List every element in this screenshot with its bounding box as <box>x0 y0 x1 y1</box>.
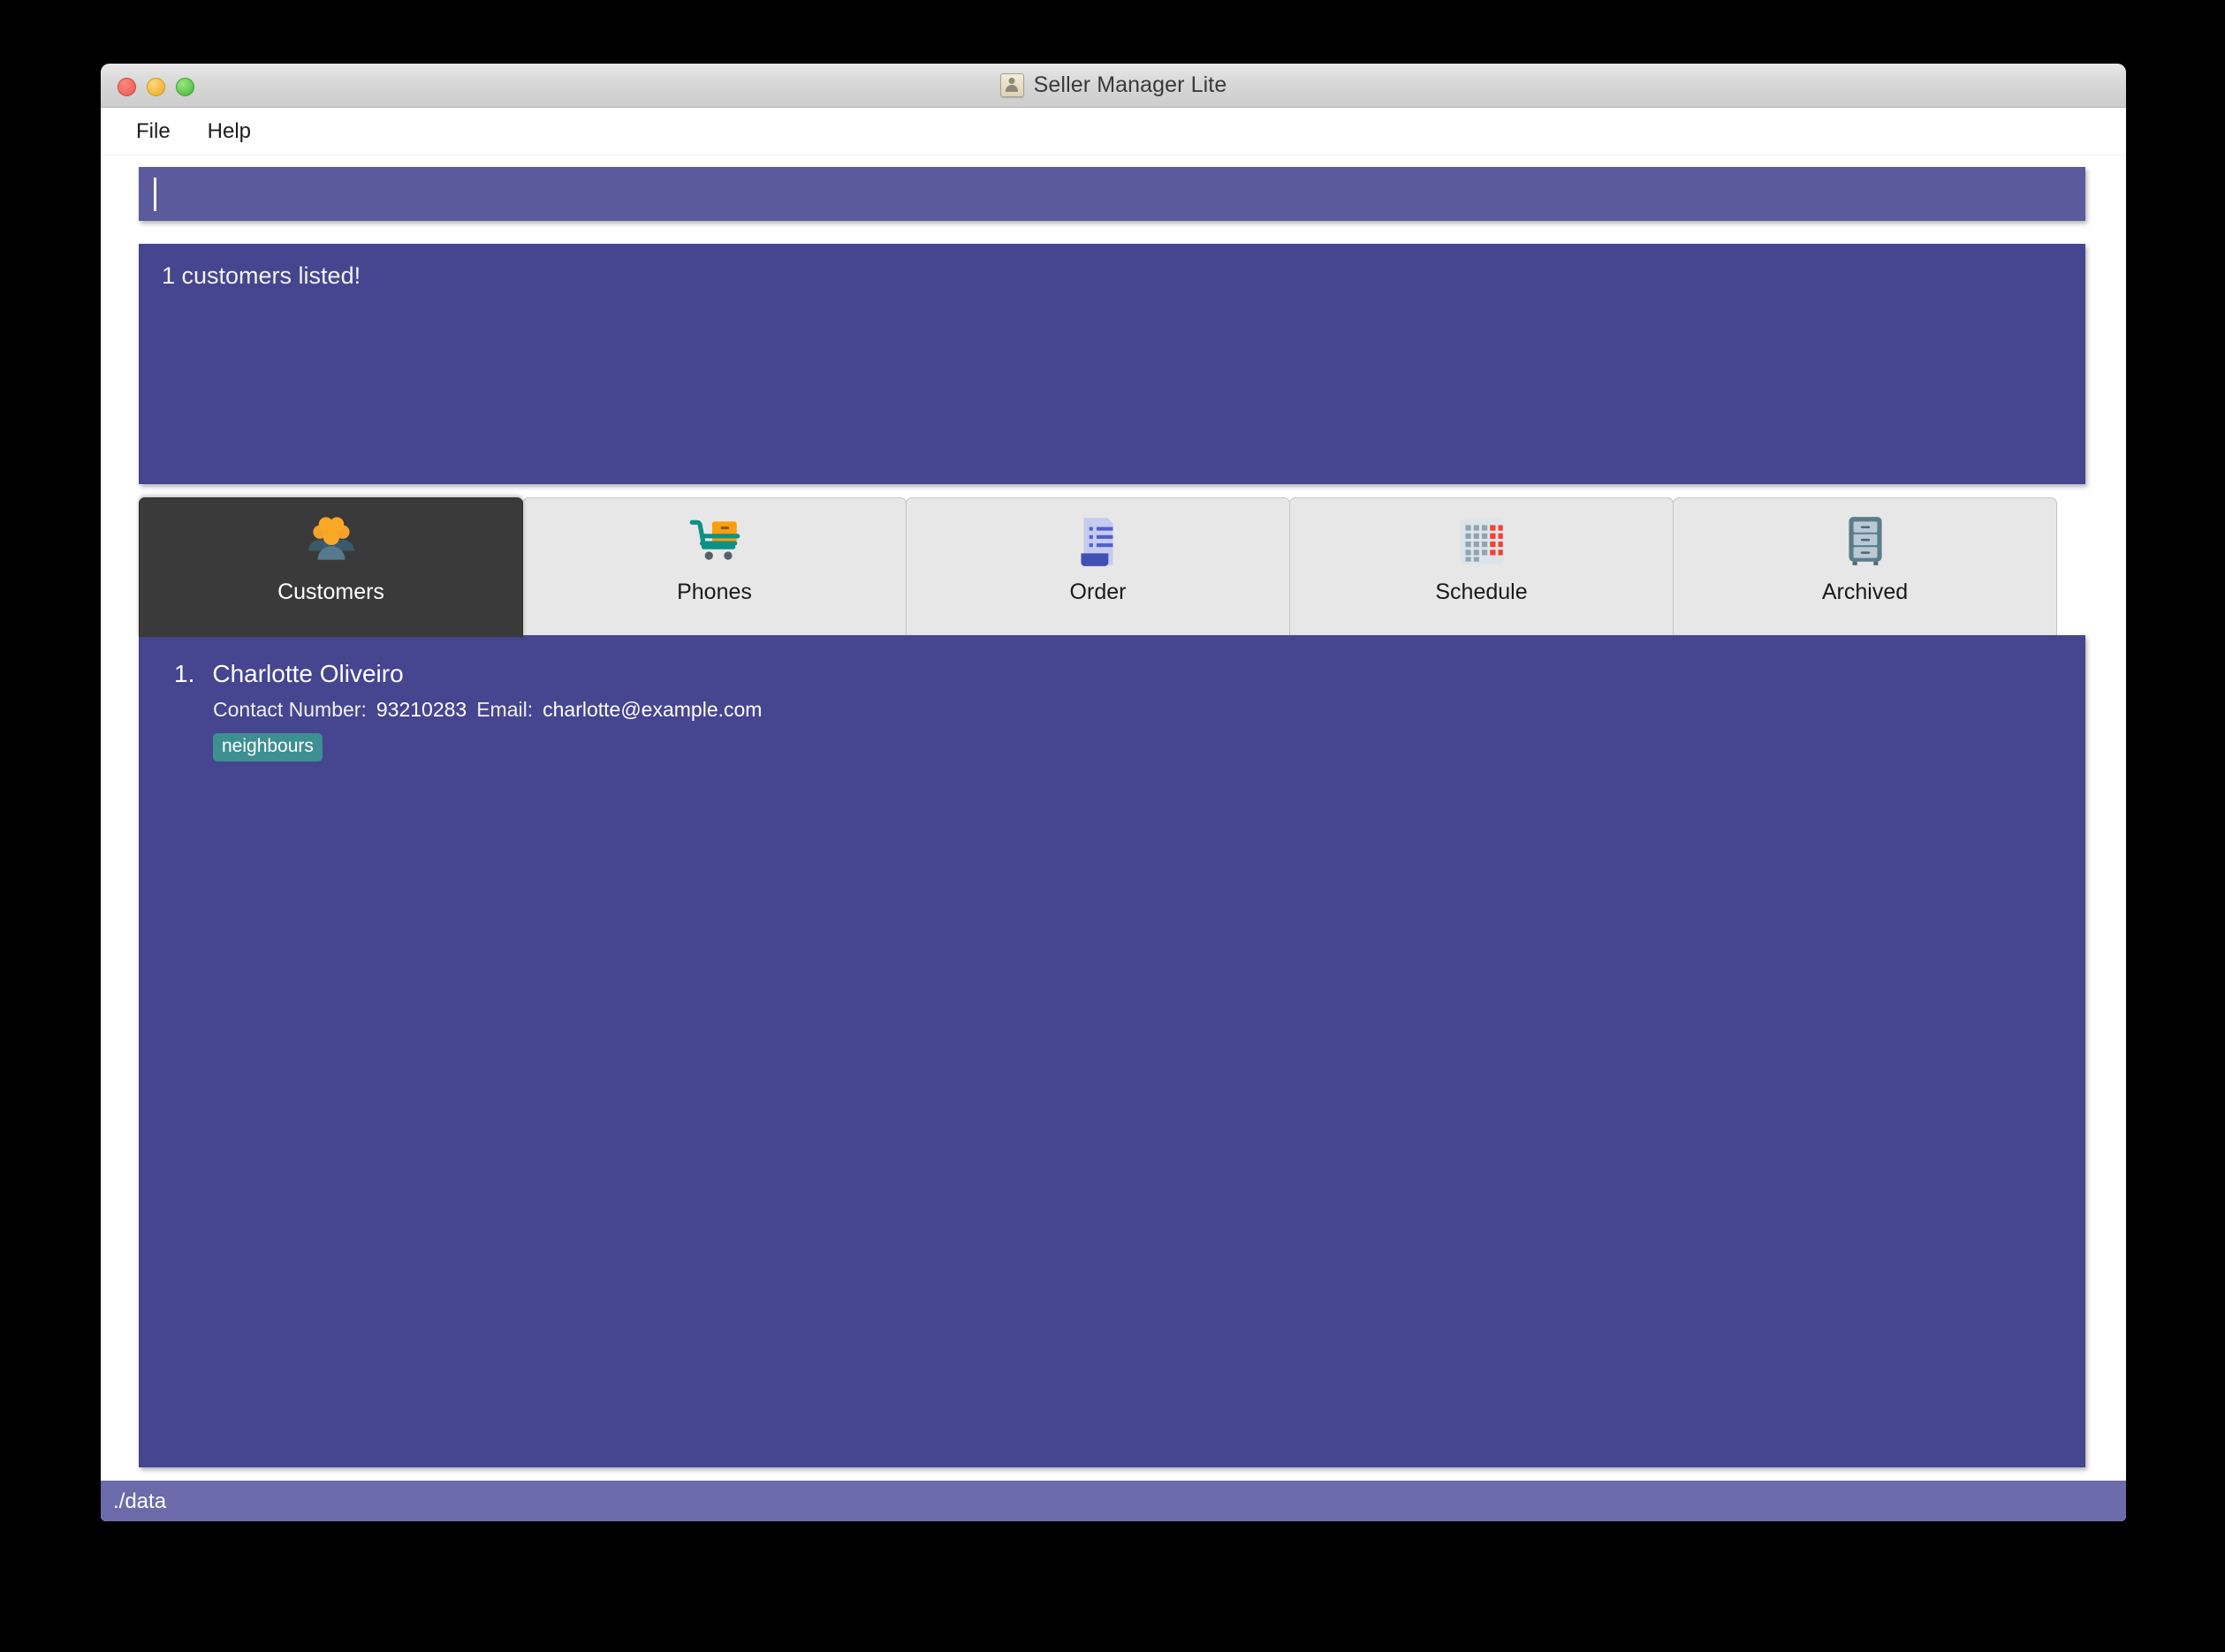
window-title-group: Seller Manager Lite <box>999 72 1227 98</box>
contact-number-value: 93210283 <box>376 698 467 721</box>
list-item-tags: neighbours <box>213 733 2050 762</box>
email-label: Email: <box>476 698 534 721</box>
shopping-cart-icon <box>689 519 740 560</box>
tab-label-schedule: Schedule <box>1435 580 1528 604</box>
tab-customers[interactable]: Customers <box>139 497 523 637</box>
tab-label-customers: Customers <box>277 580 384 604</box>
tab-label-order: Order <box>1069 580 1127 604</box>
calendar-grid-icon <box>1459 519 1504 565</box>
minimize-window-button[interactable] <box>147 78 165 96</box>
tab-schedule[interactable]: Schedule <box>1289 497 1674 637</box>
contact-card-icon <box>999 73 1024 97</box>
list-item-name: Charlotte Oliveiro <box>212 660 404 687</box>
contact-number-label: Contact Number: <box>213 698 367 721</box>
command-input[interactable] <box>139 167 2085 221</box>
filing-cabinet-icon <box>1848 517 1882 565</box>
list-item[interactable]: 1. Charlotte Oliveiro Contact Number: 93… <box>139 655 2085 770</box>
maximize-window-button[interactable] <box>176 78 194 96</box>
main-content: 1 customers listed! Customers Phones Ord… <box>101 155 2126 1521</box>
window-title: Seller Manager Lite <box>1033 72 1227 97</box>
menu-help[interactable]: Help <box>194 115 265 148</box>
tab-archived[interactable]: Archived <box>1673 497 2057 637</box>
document-list-icon <box>1080 518 1112 566</box>
result-message: 1 customers listed! <box>162 262 361 289</box>
menu-file[interactable]: File <box>122 115 185 148</box>
email-value: charlotte@example.com <box>543 698 763 721</box>
tag-badge: neighbours <box>213 733 323 762</box>
title-bar: Seller Manager Lite <box>101 64 2126 108</box>
tab-order[interactable]: Order <box>906 497 1290 637</box>
list-item-index: 1. <box>174 660 195 687</box>
status-bar: ./data <box>101 1481 2126 1521</box>
window-controls <box>118 78 194 96</box>
menu-bar: File Help <box>101 108 2126 155</box>
list-item-details: Contact Number: 93210283 Email: charlott… <box>213 698 2050 722</box>
status-path: ./data <box>113 1489 167 1513</box>
tab-phones[interactable]: Phones <box>522 497 907 637</box>
tab-label-archived: Archived <box>1821 580 1909 604</box>
tab-bar: Customers Phones Order Schedule Archived <box>139 496 2057 637</box>
tab-label-phones: Phones <box>677 580 752 604</box>
list-item-header: 1. Charlotte Oliveiro <box>174 660 2050 688</box>
result-display: 1 customers listed! <box>139 244 2085 484</box>
close-window-button[interactable] <box>118 78 136 96</box>
text-caret <box>154 178 156 211</box>
customer-list-panel[interactable]: 1. Charlotte Oliveiro Contact Number: 93… <box>139 635 2085 1467</box>
people-group-icon <box>308 517 354 560</box>
app-window: Seller Manager Lite File Help 1 customer… <box>101 64 2126 1521</box>
